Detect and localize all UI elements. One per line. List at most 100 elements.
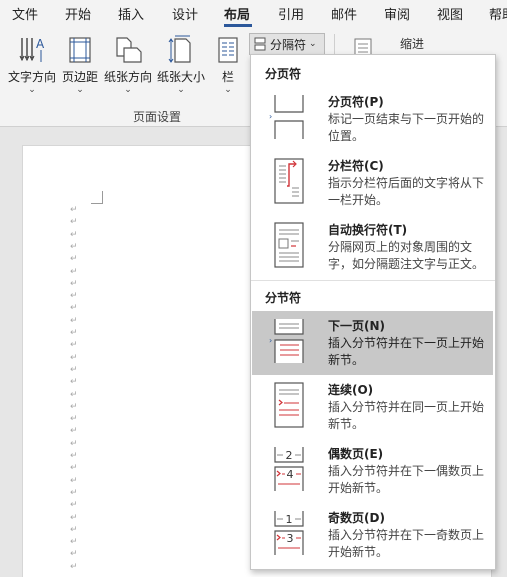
paragraph-mark: ↵: [70, 230, 78, 240]
paragraph-mark: ↵: [70, 328, 78, 338]
paragraph-mark: ↵: [70, 525, 78, 535]
text-wrapping-icon: [274, 222, 304, 268]
menu-item-title: 分页符(P): [328, 95, 384, 109]
paragraph-mark: ↵: [70, 562, 78, 572]
paragraph-mark: ↵: [70, 426, 78, 436]
paragraph-mark: ↵: [70, 353, 78, 363]
tab-file[interactable]: 文件: [12, 4, 38, 23]
continuous-icon: [274, 382, 304, 428]
margin-corner-mark: [91, 191, 103, 204]
tab-references[interactable]: 引用: [278, 4, 304, 23]
menu-item-odd-page[interactable]: 1 3 奇数页(D) 插入分节符并在下一奇数页上开始新节。: [252, 503, 493, 567]
margins-button[interactable]: 页边距 ⌄: [60, 34, 100, 95]
orientation-button[interactable]: 纸张方向 ⌄: [102, 34, 154, 95]
page-setup-group-label: 页面设置: [133, 110, 182, 124]
paragraph-mark: ↵: [70, 242, 78, 252]
indent-label: 缩进: [400, 37, 425, 51]
paper-size-icon: [168, 35, 191, 63]
even-page-icon: 2 4: [274, 447, 304, 491]
svg-text:1: 1: [286, 513, 293, 526]
orientation-icon: [116, 37, 142, 63]
chevron-down-icon: ⌄: [309, 39, 317, 49]
paragraph-mark: ↵: [70, 217, 78, 227]
menu-item-description: 指示分栏符后面的文字将从下一栏开始。: [328, 176, 485, 207]
paragraph-mark: ↵: [70, 451, 78, 461]
tab-view[interactable]: 视图: [437, 4, 463, 23]
paragraph-mark: ↵: [70, 463, 78, 473]
odd-page-icon: 1 3: [274, 511, 304, 555]
text-direction-button[interactable]: A 文字方向 ⌄: [6, 34, 58, 95]
menu-item-title: 自动换行符(T): [328, 223, 408, 237]
paragraph-mark: ↵: [70, 303, 78, 313]
menu-item-next-page[interactable]: › 下一页(N) 插入分节符并在下一页上开始新节。: [252, 311, 493, 375]
tab-insert[interactable]: 插入: [118, 4, 144, 23]
margins-icon: [69, 37, 91, 63]
menu-item-column-break[interactable]: 分栏符(C) 指示分栏符后面的文字将从下一栏开始。: [252, 151, 493, 215]
chevron-down-icon: ⌄: [28, 85, 36, 95]
menu-item-title: 偶数页(E): [328, 447, 384, 461]
margins-label: 页边距: [61, 70, 98, 84]
menu-item-title: 分栏符(C): [328, 159, 384, 173]
columns-button[interactable]: 栏 ⌄: [213, 34, 243, 95]
page-break-icon: [274, 95, 304, 139]
paragraph-mark: ↵: [70, 513, 78, 523]
columns-icon: [218, 37, 238, 63]
breaks-dropdown-menu: 分页符 › 分页符(P) 标记一页结束与下一页开始的位置。 分栏符(C) 指示分…: [250, 54, 496, 570]
paragraph-mark: ↵: [70, 254, 78, 264]
paragraph-mark: ↵: [70, 549, 78, 559]
next-page-icon: [274, 319, 304, 363]
menu-item-description: 分隔网页上的对象周围的文字，如分隔题注文字与正文。: [328, 240, 485, 271]
tab-home[interactable]: 开始: [65, 4, 91, 23]
text-direction-label: 文字方向: [7, 70, 56, 84]
active-tab-indicator: [224, 24, 252, 27]
paragraph-mark: ↵: [70, 365, 78, 375]
paragraph-mark: ↵: [70, 439, 78, 449]
paragraph-mark: ↵: [70, 267, 78, 277]
paragraph-mark: ↵: [70, 476, 78, 486]
paragraph-mark: ↵: [70, 390, 78, 400]
tab-layout[interactable]: 布局: [224, 4, 250, 23]
svg-text:2: 2: [286, 449, 293, 462]
menu-item-description: 插入分节符并在下一偶数页上开始新节。: [328, 464, 485, 495]
breaks-button[interactable]: 分隔符 ⌄: [249, 33, 325, 55]
breaks-label: 分隔符: [270, 37, 307, 52]
tab-review[interactable]: 审阅: [384, 4, 410, 23]
svg-text:3: 3: [287, 532, 294, 545]
page-breaks-heading: 分页符: [265, 67, 302, 81]
pointer-arrow-icon: ›: [269, 336, 273, 345]
menu-item-text-wrapping[interactable]: 自动换行符(T) 分隔网页上的对象周围的文字，如分隔题注文字与正文。: [252, 215, 493, 279]
text-direction-icon: A: [19, 37, 45, 62]
chevron-down-icon: ⌄: [124, 85, 132, 95]
menu-item-even-page[interactable]: 2 4 偶数页(E) 插入分节符并在下一偶数页上开始新节。: [252, 439, 493, 503]
paragraph-mark: ↵: [70, 377, 78, 387]
menu-item-title: 连续(O): [328, 383, 374, 397]
tab-help[interactable]: 帮助: [489, 4, 507, 23]
tab-mailings[interactable]: 邮件: [331, 4, 357, 23]
menu-item-description: 插入分节符并在下一页上开始新节。: [328, 336, 485, 367]
menu-item-continuous[interactable]: 连续(O) 插入分节符并在同一页上开始新节。: [252, 375, 493, 439]
paragraph-mark: ↵: [70, 316, 78, 326]
section-divider: [251, 280, 495, 281]
size-button[interactable]: 纸张大小 ⌄: [155, 34, 207, 95]
menu-item-page-break[interactable]: › 分页符(P) 标记一页结束与下一页开始的位置。: [252, 87, 493, 151]
section-breaks-heading: 分节符: [265, 291, 302, 305]
menu-item-title: 奇数页(D): [328, 511, 385, 525]
chevron-down-icon: ⌄: [76, 85, 84, 95]
orientation-label: 纸张方向: [103, 70, 152, 84]
paragraph-mark: ↵: [70, 488, 78, 498]
paragraph-mark: ↵: [70, 279, 78, 289]
paragraph-mark: ↵: [70, 500, 78, 510]
paragraph-mark: ↵: [70, 402, 78, 412]
tab-design[interactable]: 设计: [172, 4, 198, 23]
paragraph-mark: ↵: [70, 414, 78, 424]
paragraph-mark: ↵: [70, 340, 78, 350]
svg-text:4: 4: [287, 468, 294, 481]
menu-item-description: 插入分节符并在同一页上开始新节。: [328, 400, 485, 431]
menu-item-description: 插入分节符并在下一奇数页上开始新节。: [328, 528, 485, 559]
svg-text:A: A: [36, 37, 45, 51]
breaks-icon: [254, 37, 266, 51]
size-label: 纸张大小: [156, 70, 205, 84]
pointer-arrow-icon: ›: [269, 112, 273, 121]
chevron-down-icon: ⌄: [177, 85, 185, 95]
menu-item-title: 下一页(N): [328, 319, 386, 333]
